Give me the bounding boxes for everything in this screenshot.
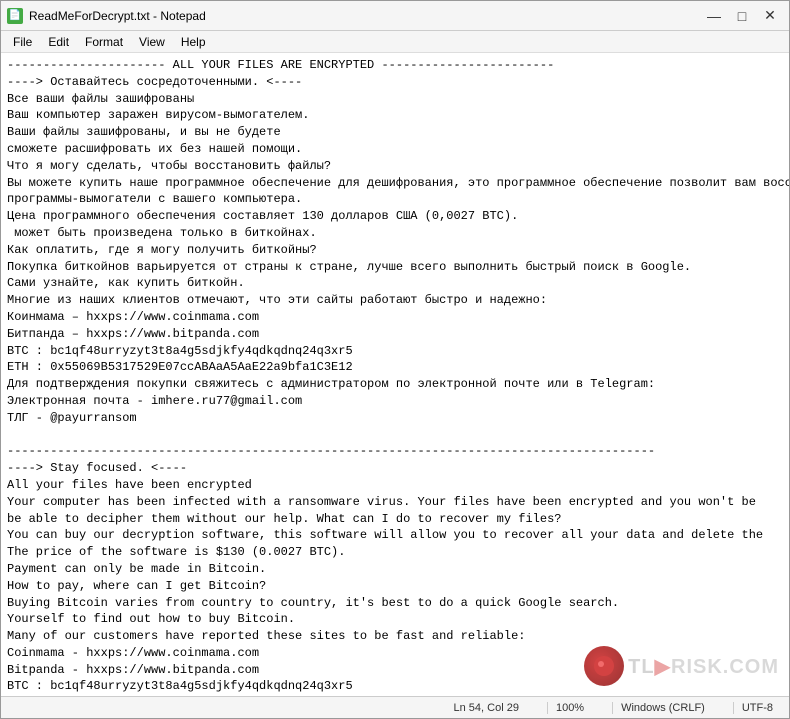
text-editor[interactable] bbox=[1, 53, 789, 696]
maximize-button[interactable]: □ bbox=[729, 5, 755, 27]
app-icon: 📄 bbox=[7, 8, 23, 24]
window-title: ReadMeForDecrypt.txt - Notepad bbox=[29, 9, 206, 23]
menu-view[interactable]: View bbox=[131, 33, 173, 51]
menu-format[interactable]: Format bbox=[77, 33, 131, 51]
status-bar: Ln 54, Col 29 100% Windows (CRLF) UTF-8 bbox=[1, 696, 789, 718]
title-bar: 📄 ReadMeForDecrypt.txt - Notepad — □ ✕ bbox=[1, 1, 789, 31]
window-controls: — □ ✕ bbox=[701, 5, 783, 27]
menu-file[interactable]: File bbox=[5, 33, 40, 51]
menu-bar: File Edit Format View Help bbox=[1, 31, 789, 53]
line-ending-status: Windows (CRLF) bbox=[612, 702, 713, 714]
text-content-wrapper: TL▶RISK.COM bbox=[1, 53, 789, 696]
zoom-status: 100% bbox=[547, 702, 592, 714]
line-col-status: Ln 54, Col 29 bbox=[446, 702, 527, 714]
menu-help[interactable]: Help bbox=[173, 33, 214, 51]
minimize-button[interactable]: — bbox=[701, 5, 727, 27]
menu-edit[interactable]: Edit bbox=[40, 33, 77, 51]
title-bar-left: 📄 ReadMeForDecrypt.txt - Notepad bbox=[7, 8, 206, 24]
encoding-status: UTF-8 bbox=[733, 702, 781, 714]
notepad-window: 📄 ReadMeForDecrypt.txt - Notepad — □ ✕ F… bbox=[0, 0, 790, 719]
close-button[interactable]: ✕ bbox=[757, 5, 783, 27]
